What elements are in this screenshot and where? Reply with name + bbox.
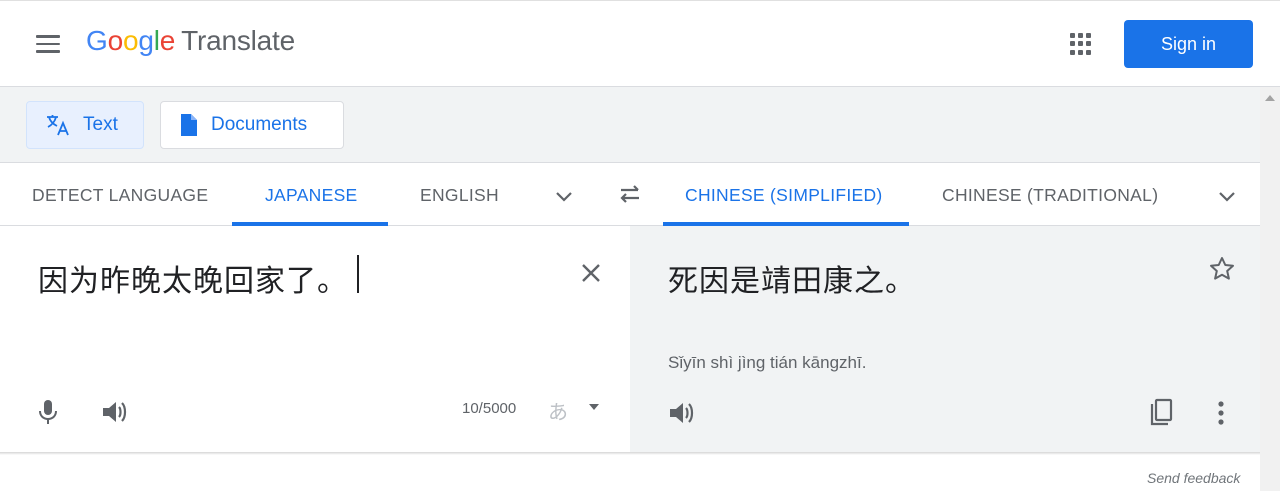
tab-english[interactable]: ENGLISH: [420, 185, 499, 206]
documents-mode-label: Documents: [211, 114, 308, 135]
swap-languages-icon[interactable]: [617, 182, 643, 206]
input-tools-dropdown-icon[interactable]: [589, 404, 599, 410]
document-icon: [181, 114, 197, 136]
tab-chinese-traditional[interactable]: CHINESE (TRADITIONAL): [942, 185, 1158, 206]
copy-icon[interactable]: [1148, 398, 1174, 428]
text-cursor: [357, 255, 359, 293]
speaker-icon[interactable]: [101, 399, 129, 425]
romanization-text: Sǐyīn shì jìng tián kāngzhī.: [668, 353, 867, 372]
documents-mode-button[interactable]: Documents: [160, 101, 344, 149]
star-icon[interactable]: [1209, 256, 1235, 282]
product-name: Translate: [181, 25, 296, 56]
tab-detect-language[interactable]: DETECT LANGUAGE: [32, 185, 208, 206]
character-count: 10/5000: [462, 400, 517, 417]
google-translate-logo[interactable]: Google Translate: [86, 25, 295, 57]
tab-japanese[interactable]: JAPANESE: [265, 185, 358, 206]
more-vert-icon[interactable]: [1217, 400, 1225, 426]
scroll-up-icon[interactable]: [1265, 95, 1275, 101]
sign-in-button[interactable]: Sign in: [1124, 20, 1253, 68]
translate-icon: [47, 115, 69, 136]
scrollbar[interactable]: [1260, 87, 1280, 491]
chevron-down-icon[interactable]: [553, 185, 575, 207]
speaker-icon[interactable]: [668, 400, 696, 426]
target-panel: 死因是靖田康之。 Sǐyīn shì jìng tián kāngzhī.: [630, 226, 1260, 454]
source-text-input[interactable]: 因为昨晚太晚回家了。: [38, 256, 348, 300]
apps-grid-icon[interactable]: [1070, 33, 1092, 55]
chevron-down-icon[interactable]: [1216, 185, 1238, 207]
close-icon[interactable]: [580, 262, 602, 284]
text-mode-label: Text: [83, 114, 118, 135]
mode-selector-bar: Text Documents: [0, 87, 1260, 163]
translated-text: 死因是靖田康之。: [668, 264, 916, 299]
source-panel: 因为昨晚太晚回家了。 10/5000 あ: [0, 226, 630, 454]
text-mode-button[interactable]: Text: [26, 101, 144, 149]
tab-chinese-simplified[interactable]: CHINESE (SIMPLIFIED): [685, 185, 883, 206]
input-tools-button[interactable]: あ: [548, 396, 568, 425]
top-header: Google Translate Sign in: [0, 0, 1280, 87]
send-feedback-link[interactable]: Send feedback: [1147, 470, 1240, 486]
hamburger-menu-icon[interactable]: [36, 35, 60, 53]
microphone-icon[interactable]: [36, 398, 60, 426]
panel-divider: [0, 452, 1260, 455]
